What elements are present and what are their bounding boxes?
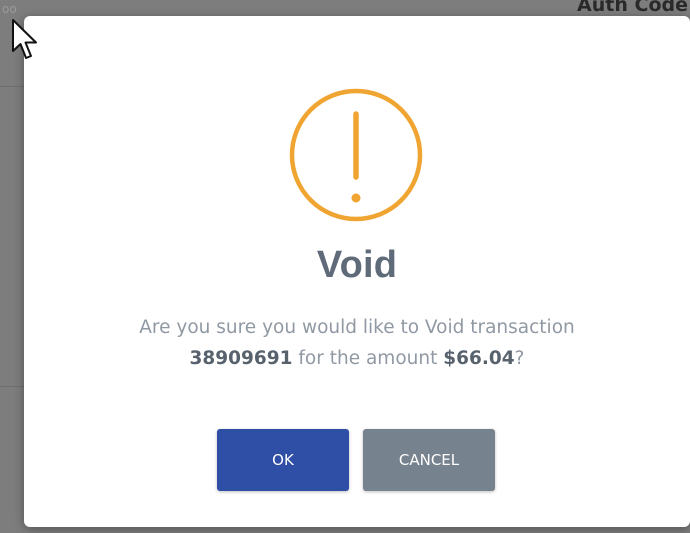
exclamation-circle-icon	[289, 88, 423, 222]
transaction-amount: $66.04	[443, 348, 515, 369]
message-suffix: ?	[514, 348, 525, 369]
background-column-header: Auth Code	[577, 0, 688, 16]
background-left-text: oo	[2, 2, 17, 16]
mouse-cursor-icon	[12, 19, 37, 59]
dialog-message: Are you sure you would like to Void tran…	[24, 312, 690, 374]
message-middle: for the amount	[292, 348, 444, 369]
transaction-id: 38909691	[189, 348, 293, 369]
ok-button[interactable]: OK	[217, 429, 349, 491]
message-prefix: Are you sure you would like to Void tran…	[139, 317, 575, 338]
dialog-title: Void	[316, 244, 398, 286]
cancel-button[interactable]: CANCEL	[363, 429, 495, 491]
void-confirm-dialog: Void Are you sure you would like to Void…	[24, 16, 690, 527]
